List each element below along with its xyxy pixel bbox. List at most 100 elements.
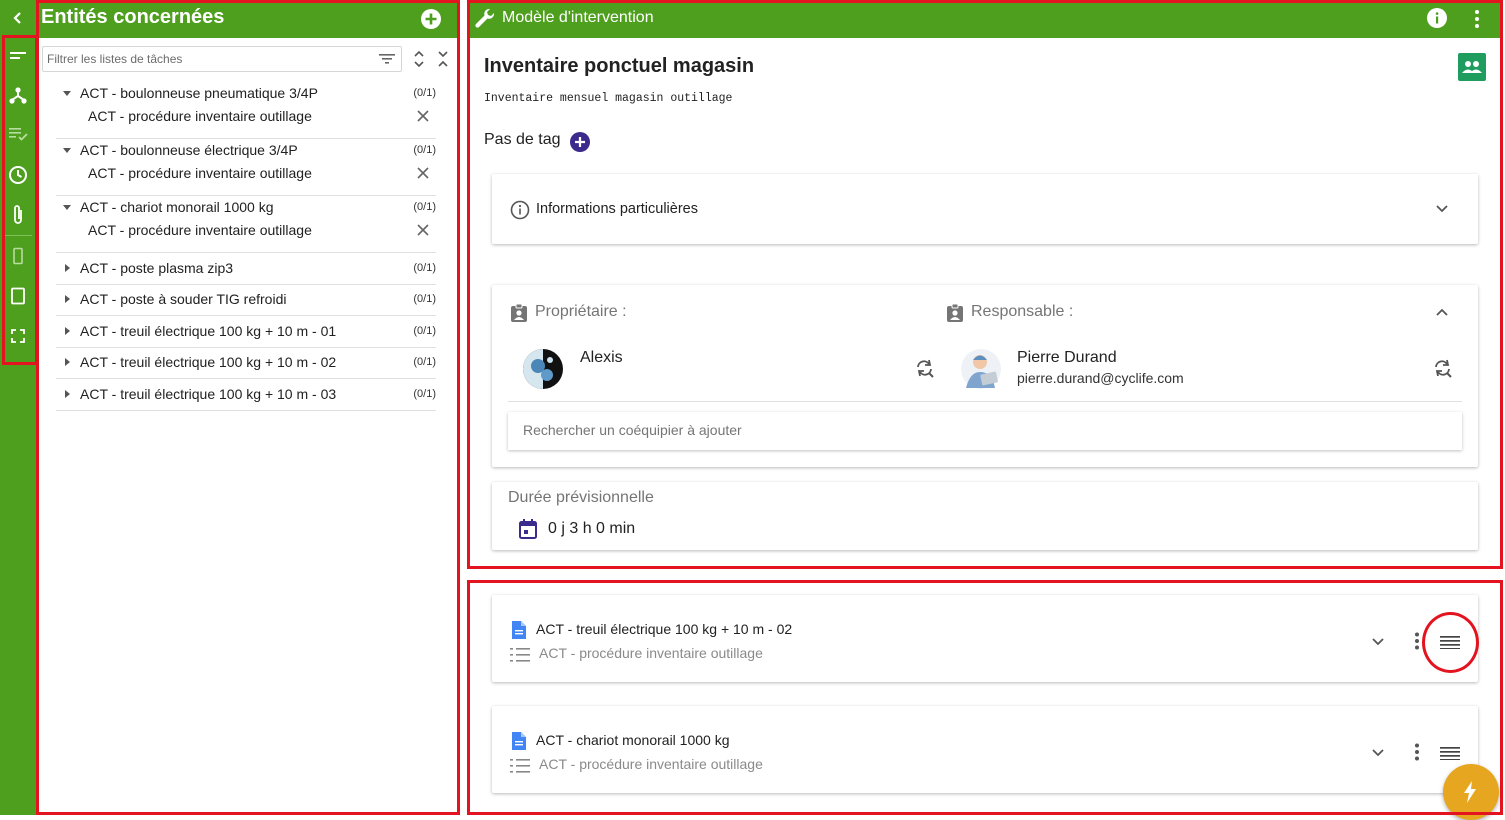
more-vertical-icon[interactable] (1414, 632, 1420, 650)
rail-history-button[interactable] (0, 157, 36, 193)
chevron-down-icon[interactable] (1371, 637, 1385, 647)
group-icon (1462, 61, 1482, 73)
list-item: ACT - treuil électrique 100 kg + 10 m - … (56, 379, 436, 411)
swap-user-icon[interactable] (914, 358, 936, 378)
task-card[interactable]: ACT - treuil électrique 100 kg + 10 m - … (492, 595, 1478, 682)
owner-label: Propriétaire : (535, 303, 627, 320)
collapse-all-icon (438, 51, 448, 67)
procedure-label: ACT - procédure inventaire outillage (88, 222, 312, 238)
list-item: ACT - boulonneuse pneumatique 3/4P (0/1)… (56, 82, 436, 139)
document-icon (512, 621, 526, 639)
wrench-icon (475, 8, 495, 28)
model-header-title: Modèle d'intervention (502, 9, 654, 26)
info-icon (1427, 8, 1447, 28)
entity-label: ACT - poste à souder TIG refroidi (80, 291, 287, 307)
filter-icon[interactable] (379, 52, 395, 66)
procedure-label: ACT - procédure inventaire outillage (88, 108, 312, 124)
entity-label: ACT - poste plasma zip3 (80, 260, 234, 276)
hierarchy-icon (9, 87, 27, 104)
people-panel: Propriétaire : Responsable : Alexis Pier… (492, 285, 1478, 467)
caret-right-icon (65, 358, 70, 366)
swap-user-icon[interactable] (1432, 358, 1454, 378)
tree-item-entity[interactable]: ACT - chariot monorail 1000 kg (0/1) (56, 196, 436, 219)
entities-panel-header: Entités concernées (36, 0, 458, 38)
rail-divider (4, 235, 32, 236)
rail-fullscreen-button[interactable] (0, 318, 36, 354)
numbered-list-icon (510, 648, 530, 662)
tree-item-entity[interactable]: ACT - treuil électrique 100 kg + 10 m - … (56, 320, 436, 343)
teammate-search-input[interactable] (508, 412, 1438, 448)
entity-count: (0/1) (413, 144, 436, 156)
tree-item-entity[interactable]: ACT - poste plasma zip3 (0/1) (56, 257, 436, 280)
tree-item-entity[interactable]: ACT - treuil électrique 100 kg + 10 m - … (56, 351, 436, 374)
collapse-button[interactable] (0, 0, 36, 36)
drag-handle-icon[interactable] (1440, 746, 1460, 760)
more-options-button[interactable] (1472, 9, 1482, 29)
entity-label: ACT - treuil électrique 100 kg + 10 m - … (80, 386, 337, 402)
avatar (961, 349, 1001, 389)
filter-input[interactable] (43, 47, 363, 71)
tree-item-entity[interactable]: ACT - treuil électrique 100 kg + 10 m - … (56, 383, 436, 406)
entity-label: ACT - chariot monorail 1000 kg (80, 199, 274, 215)
close-icon[interactable] (416, 109, 430, 123)
team-button[interactable] (1458, 53, 1486, 81)
info-button[interactable] (1426, 7, 1448, 29)
entities-panel-title: Entités concernées (41, 6, 225, 28)
rail-menu-button[interactable] (0, 38, 36, 74)
close-icon[interactable] (416, 223, 430, 237)
special-info-panel[interactable]: Informations particulières (492, 174, 1478, 244)
clock-icon (9, 166, 27, 184)
rail-tablet-view-button[interactable] (0, 278, 36, 314)
badge-icon (947, 303, 963, 322)
sort-arrows-icon (414, 50, 424, 68)
rail-checklist-button[interactable] (0, 116, 36, 152)
tree-item-entity[interactable]: ACT - poste à souder TIG refroidi (0/1) (56, 288, 436, 311)
tree-item-entity[interactable]: ACT - boulonneuse pneumatique 3/4P (0/1) (56, 82, 436, 105)
list-item: ACT - treuil électrique 100 kg + 10 m - … (56, 348, 436, 379)
entity-count: (0/1) (413, 201, 436, 213)
caret-down-icon (63, 91, 71, 96)
task-subtitle: ACT - procédure inventaire outillage (539, 756, 763, 772)
duration-label: Durée prévisionnelle (508, 489, 654, 506)
tree-item-entity[interactable]: ACT - boulonneuse électrique 3/4P (0/1) (56, 139, 436, 162)
drag-handle-icon (1440, 636, 1460, 649)
chevron-left-icon (13, 12, 21, 24)
task-card[interactable]: ACT - chariot monorail 1000 kg ACT - pro… (492, 706, 1478, 793)
checklist-icon (9, 128, 28, 141)
model-header: Modèle d'intervention (469, 0, 1500, 38)
phone-icon (13, 247, 23, 265)
drag-handle-area[interactable] (1422, 611, 1478, 671)
fullscreen-icon (11, 329, 25, 343)
tree-item-procedure[interactable]: ACT - procédure inventaire outillage (56, 105, 436, 128)
add-entity-button[interactable] (419, 7, 443, 31)
tablet-icon (11, 287, 25, 305)
tree-item-procedure[interactable]: ACT - procédure inventaire outillage (56, 219, 436, 242)
info-outline-icon (510, 200, 530, 220)
chevron-down-icon (1436, 205, 1448, 213)
caret-right-icon (65, 390, 70, 398)
rail-attachments-button[interactable] (0, 197, 36, 233)
add-circle-icon (570, 132, 590, 152)
caret-right-icon (65, 264, 70, 272)
sort-button[interactable] (408, 46, 430, 72)
divider (508, 401, 1462, 402)
more-vertical-icon[interactable] (1414, 743, 1420, 761)
close-icon[interactable] (416, 166, 430, 180)
entity-count: (0/1) (413, 325, 436, 337)
caret-right-icon (65, 295, 70, 303)
model-description: Inventaire mensuel magasin outillage (484, 92, 733, 105)
tree-item-procedure[interactable]: ACT - procédure inventaire outillage (56, 162, 436, 185)
entity-count: (0/1) (413, 262, 436, 274)
chevron-up-icon[interactable] (1435, 307, 1449, 317)
side-rail (0, 0, 36, 815)
avatar (523, 349, 563, 389)
duration-panel: Durée prévisionnelle 0 j 3 h 0 min (492, 482, 1478, 550)
rail-phone-view-button[interactable] (0, 238, 36, 274)
collapse-all-button[interactable] (432, 46, 454, 72)
rail-hierarchy-button[interactable] (0, 77, 36, 113)
chevron-down-icon[interactable] (1371, 748, 1385, 758)
quick-action-button[interactable] (1443, 764, 1499, 820)
tags-label: Pas de tag (484, 131, 561, 148)
add-tag-button[interactable] (570, 132, 590, 152)
list-item: ACT - poste plasma zip3 (0/1) (56, 253, 436, 285)
